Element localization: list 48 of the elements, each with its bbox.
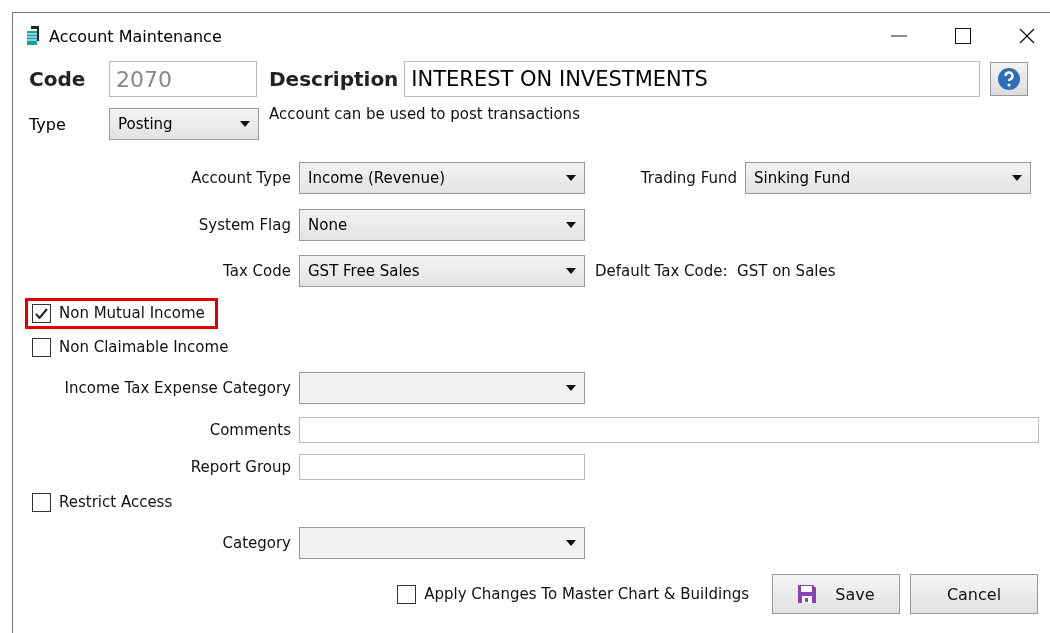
close-icon [1019,28,1035,44]
dropdown-caret-icon [566,385,576,391]
checkbox-label: Restrict Access [59,493,173,511]
cancel-button[interactable]: Cancel [910,574,1038,614]
dropdown-caret-icon [566,540,576,546]
account-type-dropdown[interactable]: Income (Revenue) [299,162,585,194]
field-label: System Flag [197,216,291,234]
dropdown-caret-icon [1012,175,1022,181]
checkbox-label: Non Claimable Income [59,338,229,356]
field-label: Trading Fund [639,169,737,187]
category-dropdown[interactable] [299,527,585,559]
description-label: Description [269,67,399,91]
dropdown-caret-icon [566,222,576,228]
default-tax-note: Default Tax Code: GST on Sales [595,262,836,280]
dropdown-caret-icon [240,121,250,127]
type-dropdown[interactable]: Posting [109,108,259,140]
field-label: Account Type [190,169,291,187]
field-label: Tax Code [222,262,291,280]
field-label: Category [221,534,291,552]
checkbox[interactable] [32,492,51,512]
dropdown-caret-icon [566,175,576,181]
minimize-icon [891,35,907,37]
description-field[interactable]: INTEREST ON INVESTMENTS [404,61,981,97]
trading-fund-dropdown[interactable]: Sinking Fund [745,162,1031,194]
field-label: Report Group [189,458,291,476]
check-icon [35,307,48,319]
field-label: Comments [208,421,291,439]
type-note: Account can be used to post transactions [269,105,580,123]
comments-field[interactable] [299,417,1039,443]
checkbox-label: Apply Changes To Master Chart & Buildings [424,585,749,603]
window-title: Account Maintenance [49,26,223,46]
save-button[interactable]: Save [772,574,900,614]
field-label: Income Tax Expense Category [63,379,291,397]
help-icon [997,67,1022,91]
database-icon [25,25,41,47]
checkbox-label: Non Mutual Income [59,304,205,322]
system-flag-dropdown[interactable]: None [299,209,585,241]
code-label: Code [29,67,87,91]
report-group-field[interactable] [299,454,585,480]
checkbox[interactable] [32,337,51,357]
type-label: Type [29,114,67,134]
help-button[interactable] [990,62,1029,96]
category-dropdown[interactable] [299,372,585,404]
checkbox[interactable] [32,303,51,323]
dropdown-caret-icon [566,268,576,274]
checkbox[interactable] [397,584,417,604]
maximize-icon [955,28,971,44]
tax-code-dropdown[interactable]: GST Free Sales [299,255,585,287]
